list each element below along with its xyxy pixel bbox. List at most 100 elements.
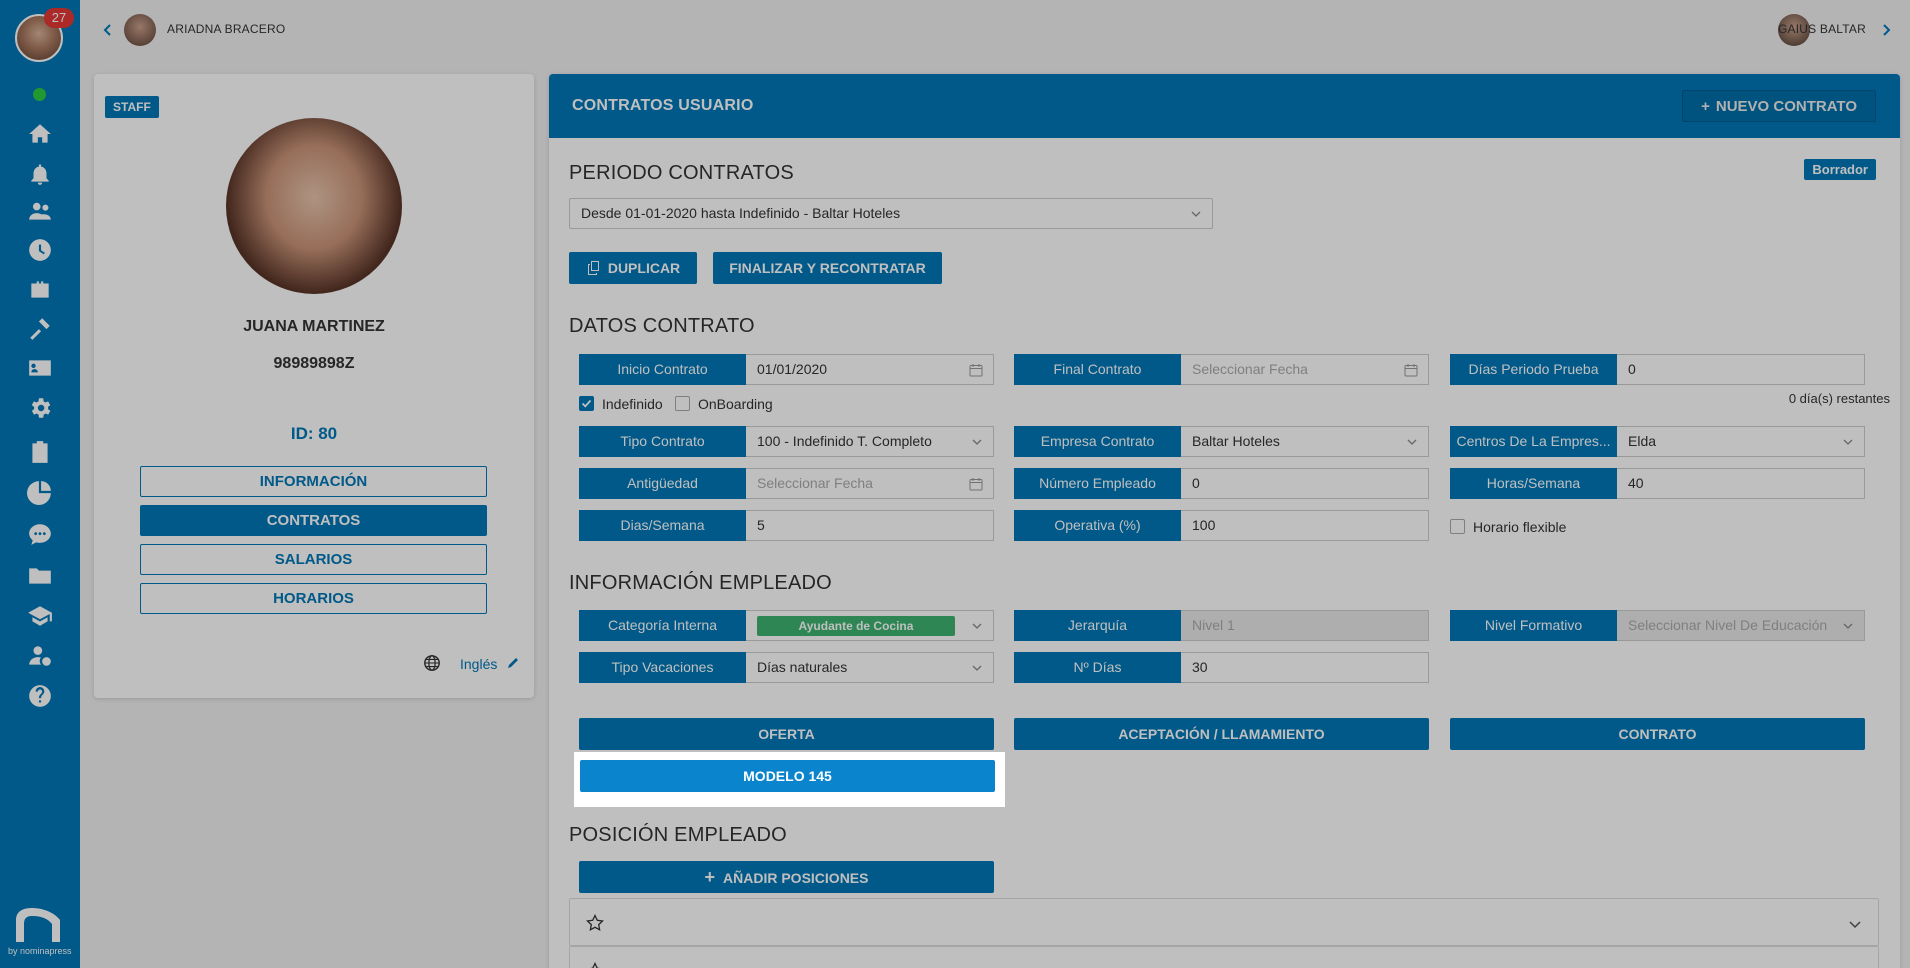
tools-icon[interactable] <box>24 312 56 344</box>
position-row[interactable] <box>569 898 1879 946</box>
nav-informacion-button[interactable]: INFORMACIÓN <box>140 466 487 497</box>
id-card-icon[interactable] <box>24 352 56 384</box>
user-money-icon[interactable] <box>24 640 56 672</box>
chat-icon[interactable] <box>24 518 56 550</box>
dias-restantes-text: 0 día(s) restantes <box>1788 391 1890 406</box>
check-icon <box>581 399 592 408</box>
profile-photo <box>226 118 402 294</box>
aceptacion-button[interactable]: ACEPTACIÓN / LLAMAMIENTO <box>1014 718 1429 750</box>
indefinido-checkbox[interactable] <box>579 396 594 411</box>
sidebar: 27 by nominapress <box>0 0 80 968</box>
nav-contratos-button[interactable]: CONTRATOS <box>140 505 487 536</box>
new-contract-label: NUEVO CONTRATO <box>1715 97 1857 115</box>
periodo-select[interactable]: Desde 01-01-2020 hasta Indefinido - Balt… <box>569 198 1213 229</box>
help-icon[interactable] <box>24 680 56 712</box>
next-user-name[interactable]: GAIUS BALTAR <box>1778 22 1866 36</box>
chevron-right-icon[interactable] <box>1876 20 1896 40</box>
add-position-button[interactable]: + AÑADIR POSICIONES <box>579 861 994 893</box>
nav-salarios-button[interactable]: SALARIOS <box>140 544 487 575</box>
folder-icon[interactable] <box>24 560 56 592</box>
duplicate-button[interactable]: DUPLICAR <box>569 252 697 284</box>
modelo-145-button[interactable]: MODELO 145 <box>580 760 995 792</box>
nivel-formativo-field: Nivel Formativo Seleccionar Nivel De Edu… <box>1450 610 1865 641</box>
tipo-contrato-value: 100 - Indefinido T. Completo <box>757 433 932 449</box>
previous-user-name[interactable]: ARIADNA BRACERO <box>167 22 285 36</box>
star-icon[interactable] <box>586 914 604 932</box>
periodo-prueba-label: Días Periodo Prueba <box>1450 354 1617 385</box>
horas-semana-label: Horas/Semana <box>1450 468 1617 499</box>
nav-horarios-button[interactable]: HORARIOS <box>140 583 487 614</box>
periodo-value: Desde 01-01-2020 hasta Indefinido - Balt… <box>581 205 901 221</box>
star-icon[interactable] <box>586 962 604 968</box>
pencil-icon[interactable] <box>506 656 520 670</box>
num-dias-input[interactable]: 30 <box>1181 652 1429 683</box>
chevron-left-icon[interactable] <box>98 20 118 40</box>
gear-icon[interactable] <box>24 392 56 424</box>
new-contract-button[interactable]: + NUEVO CONTRATO <box>1682 90 1876 122</box>
panel-title: CONTRATOS USUARIO <box>572 97 754 114</box>
nivel-formativo-select[interactable]: Seleccionar Nivel De Educación <box>1617 610 1865 641</box>
language-link[interactable]: Inglés <box>460 656 497 672</box>
nivel-formativo-label: Nivel Formativo <box>1450 610 1617 641</box>
periodo-prueba-field: Días Periodo Prueba 0 <box>1450 354 1865 385</box>
staff-badge: STAFF <box>105 96 159 118</box>
dias-semana-label: Dias/Semana <box>579 510 746 541</box>
empresa-contrato-select[interactable]: Baltar Hoteles <box>1181 426 1429 457</box>
inicio-contrato-input[interactable]: 01/01/2020 <box>746 354 994 385</box>
chevron-down-icon <box>1407 439 1417 445</box>
empresa-contrato-field: Empresa Contrato Baltar Hoteles <box>1014 426 1429 457</box>
calendar-icon <box>969 364 983 377</box>
periodo-title: PERIODO CONTRATOS <box>569 162 794 184</box>
indefinido-label: Indefinido <box>602 396 663 412</box>
clock-icon[interactable] <box>24 234 56 266</box>
tipo-vacaciones-select[interactable]: Días naturales <box>746 652 994 683</box>
chevron-down-icon <box>1191 211 1201 217</box>
final-contrato-input[interactable]: Seleccionar Fecha <box>1181 354 1429 385</box>
numero-empleado-input[interactable]: 0 <box>1181 468 1429 499</box>
chevron-down-icon <box>1843 439 1853 445</box>
numero-empleado-label: Número Empleado <box>1014 468 1181 499</box>
periodo-prueba-input[interactable]: 0 <box>1617 354 1865 385</box>
tipo-vacaciones-field: Tipo Vacaciones Días naturales <box>579 652 994 683</box>
horas-semana-field: Horas/Semana 40 <box>1450 468 1865 499</box>
chevron-down-icon[interactable] <box>1848 917 1862 931</box>
bell-icon[interactable] <box>24 158 56 190</box>
panel-header: CONTRATOS USUARIO + NUEVO CONTRATO <box>549 74 1900 138</box>
empresa-contrato-value: Baltar Hoteles <box>1192 433 1280 449</box>
horario-flexible-checkbox[interactable] <box>1450 519 1465 534</box>
operativa-input[interactable]: 100 <box>1181 510 1429 541</box>
horario-flexible-label: Horario flexible <box>1473 519 1567 535</box>
chevron-down-icon <box>972 439 982 445</box>
previous-user-avatar[interactable] <box>124 14 156 46</box>
clipboard-icon[interactable] <box>24 436 56 468</box>
horas-semana-input[interactable]: 40 <box>1617 468 1865 499</box>
users-icon[interactable] <box>24 196 56 228</box>
jerarquia-field: Jerarquía Nivel 1 <box>1014 610 1429 641</box>
finalize-button[interactable]: FINALIZAR Y RECONTRATAR <box>713 252 942 284</box>
posicion-title: POSICIÓN EMPLEADO <box>569 824 787 846</box>
categoria-interna-select[interactable]: Ayudante de Cocina <box>746 610 994 641</box>
tipo-contrato-select[interactable]: 100 - Indefinido T. Completo <box>746 426 994 457</box>
graduation-icon[interactable] <box>24 600 56 632</box>
oferta-button[interactable]: OFERTA <box>579 718 994 750</box>
home-icon[interactable] <box>24 118 56 150</box>
tipo-contrato-field: Tipo Contrato 100 - Indefinido T. Comple… <box>579 426 994 457</box>
antiguedad-input[interactable]: Seleccionar Fecha <box>746 468 994 499</box>
centros-field: Centros De La Empres... Elda <box>1450 426 1865 457</box>
pie-chart-icon[interactable] <box>24 476 56 508</box>
antiguedad-label: Antigüedad <box>579 468 746 499</box>
online-status-dot <box>33 88 46 101</box>
num-dias-field: Nº Días 30 <box>1014 652 1429 683</box>
operativa-label: Operativa (%) <box>1014 510 1181 541</box>
centros-select[interactable]: Elda <box>1617 426 1865 457</box>
plus-icon: + <box>1701 97 1710 115</box>
contrato-button[interactable]: CONTRATO <box>1450 718 1865 750</box>
position-row[interactable] <box>569 946 1879 968</box>
dias-semana-input[interactable]: 5 <box>746 510 994 541</box>
profile-card: STAFF JUANA MARTINEZ 98989898Z ID: 80 IN… <box>94 74 534 698</box>
onboarding-checkbox[interactable] <box>675 396 690 411</box>
briefcase-icon[interactable] <box>24 274 56 306</box>
chevron-down-icon <box>972 665 982 671</box>
employee-dni: 98989898Z <box>273 355 355 372</box>
inicio-contrato-value: 01/01/2020 <box>757 361 828 377</box>
